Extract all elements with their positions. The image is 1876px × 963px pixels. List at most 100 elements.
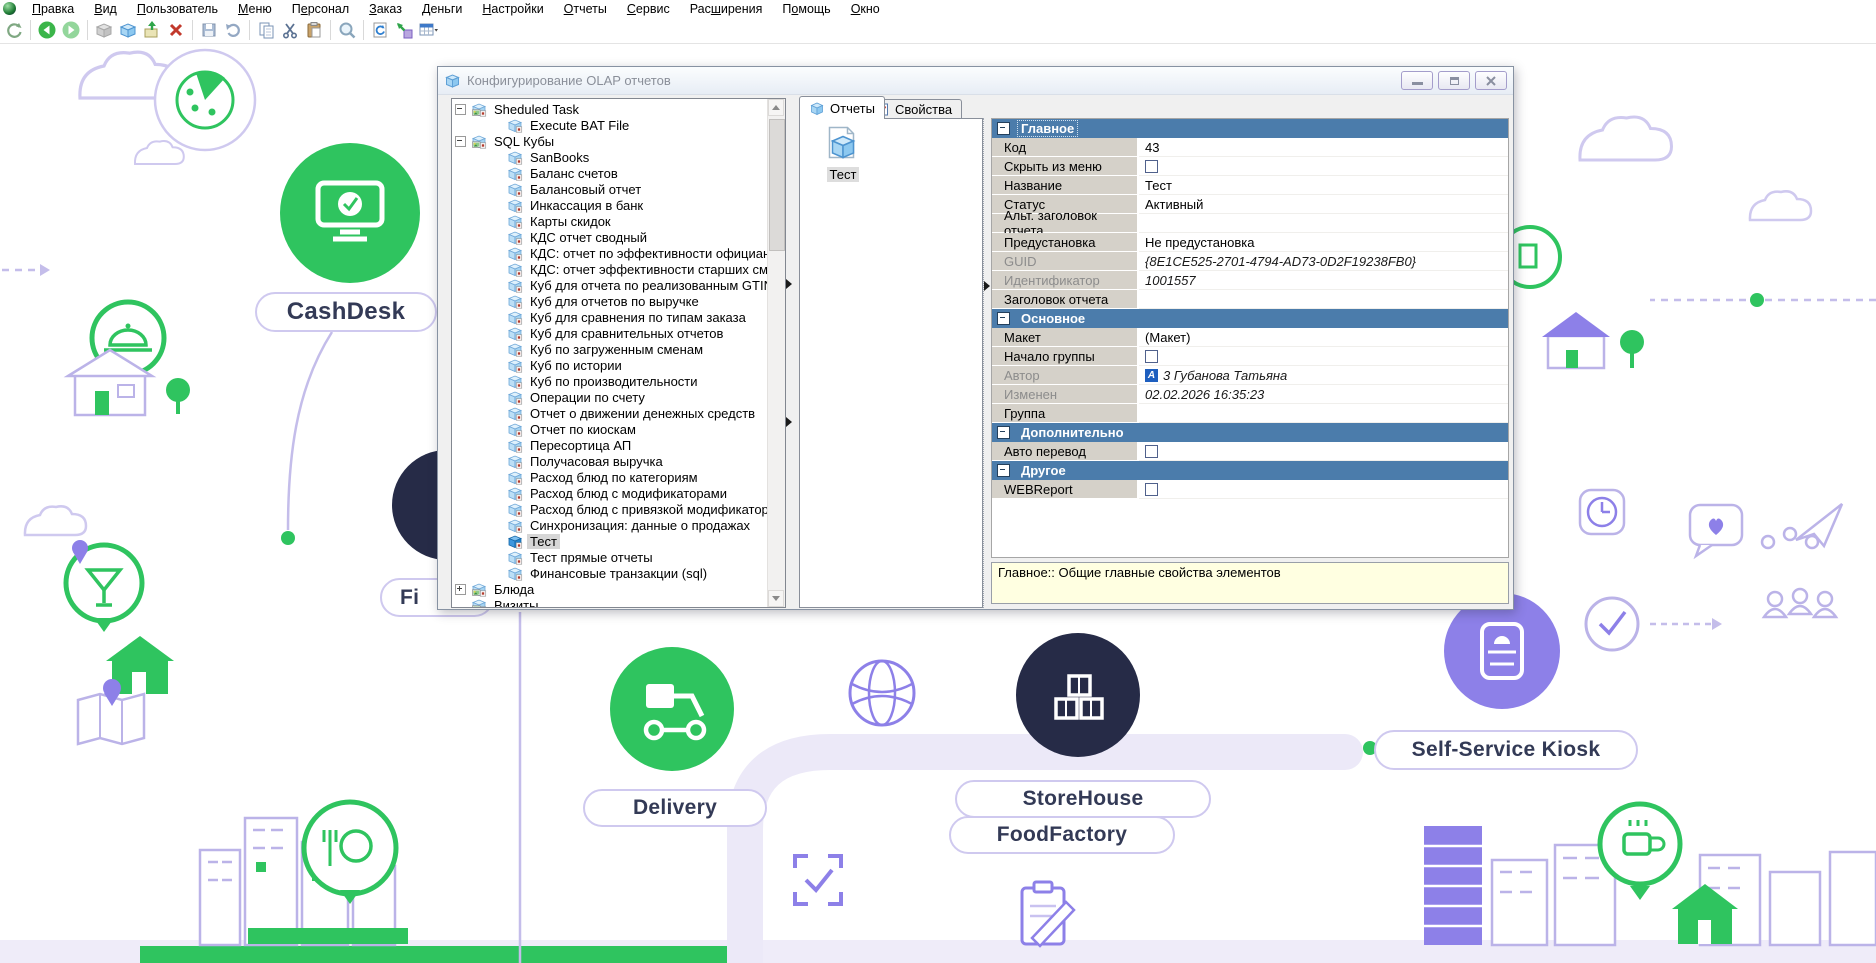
property-row[interactable]: Авто перевод [992, 442, 1508, 461]
section-collapse-button[interactable] [997, 426, 1010, 439]
section-header[interactable]: Главное [992, 119, 1508, 138]
property-row[interactable]: Идентификатор1001557 [992, 271, 1508, 290]
menu-item-menu[interactable]: Меню [228, 1, 282, 17]
property-row[interactable]: Макет(Макет) [992, 328, 1508, 347]
property-row[interactable]: Группа [992, 404, 1508, 423]
search-button[interactable] [335, 18, 359, 42]
tree-item[interactable]: Карты скидок [452, 213, 768, 229]
import-button[interactable] [140, 18, 164, 42]
save-button[interactable] [197, 18, 221, 42]
menu-item-view[interactable]: Вид [84, 1, 127, 17]
property-value[interactable] [1139, 442, 1508, 461]
tree-item[interactable]: Тест прямые отчеты [452, 549, 768, 565]
tree-item[interactable]: КДС: отчет по эффективности официантов [452, 245, 768, 261]
tree-item[interactable]: SanBooks [452, 149, 768, 165]
tree-item[interactable]: Баланс счетов [452, 165, 768, 181]
menu-item-extensions[interactable]: Расширения [680, 1, 773, 17]
tree-item[interactable]: Финансовые транзакции (sql) [452, 565, 768, 581]
menu-item-reports[interactable]: Отчеты [554, 1, 617, 17]
property-value[interactable] [1139, 290, 1508, 309]
menu-item-help[interactable]: Помощь [772, 1, 840, 17]
menu-item-edit[interactable]: Правка [22, 1, 84, 17]
tree-item[interactable]: Куб по производительности [452, 373, 768, 389]
tree-item[interactable]: Балансовый отчет [452, 181, 768, 197]
tree-item[interactable]: Куб для сравнительных отчетов [452, 325, 768, 341]
section-collapse-button[interactable] [997, 122, 1010, 135]
tree-item[interactable]: КДС отчет сводный [452, 229, 768, 245]
scroll-thumb[interactable] [769, 119, 785, 251]
property-row[interactable]: Скрыть из меню [992, 157, 1508, 176]
tree-item[interactable]: Куб для отчета по реализованным GTIN [452, 277, 768, 293]
tree-item[interactable]: Расход блюд с привязкой модификаторов [452, 501, 768, 517]
menu-item-personnel[interactable]: Персонал [282, 1, 359, 17]
tree-item[interactable]: Расход блюд по категориям [452, 469, 768, 485]
menu-item-order[interactable]: Заказ [359, 1, 412, 17]
property-value[interactable]: Активный [1139, 195, 1508, 214]
property-value[interactable]: Тест [1139, 176, 1508, 195]
delete-button[interactable] [164, 18, 188, 42]
minimize-button[interactable] [1401, 71, 1433, 90]
property-value[interactable]: A3 Губанова Татьяна [1139, 366, 1508, 385]
tree-item[interactable]: КДС: отчет эффективности старших смены [452, 261, 768, 277]
property-row[interactable]: Изменен02.02.2026 16:35:23 [992, 385, 1508, 404]
tree-item[interactable]: Куб для отчетов по выручке [452, 293, 768, 309]
property-value[interactable] [1139, 480, 1508, 499]
property-value[interactable]: 02.02.2026 16:35:23 [1139, 385, 1508, 404]
property-checkbox[interactable] [1145, 445, 1158, 458]
nav-back-button[interactable] [35, 18, 59, 42]
menu-item-settings[interactable]: Настройки [472, 1, 553, 17]
tree-item[interactable]: SQL Кубы [452, 133, 768, 149]
nav-forward-button[interactable] [59, 18, 83, 42]
property-checkbox[interactable] [1145, 160, 1158, 173]
cut-button[interactable] [278, 18, 302, 42]
section-collapse-button[interactable] [997, 312, 1010, 325]
paste-button[interactable] [302, 18, 326, 42]
tree-splitter-arrow[interactable] [786, 417, 792, 427]
tree-item[interactable]: Отчет по киоскам [452, 421, 768, 437]
tree-item[interactable]: Execute BAT File [452, 117, 768, 133]
undo-button[interactable] [221, 18, 245, 42]
table-view-button[interactable] [416, 18, 440, 42]
property-row[interactable]: ПредустановкаНе предустановка [992, 233, 1508, 252]
tree-item[interactable]: Отчет о движении денежных средств [452, 405, 768, 421]
tree-item[interactable]: Куб по загруженным сменам [452, 341, 768, 357]
section-header[interactable]: Другое [992, 461, 1508, 480]
tree-item[interactable]: Визиты [452, 597, 768, 608]
property-row[interactable]: Код43 [992, 138, 1508, 157]
copy-button[interactable] [254, 18, 278, 42]
maximize-button[interactable] [1438, 71, 1470, 90]
property-row[interactable]: Заголовок отчета [992, 290, 1508, 309]
tree-item[interactable]: Блюда [452, 581, 768, 597]
tree-item[interactable]: Расход блюд с модификаторами [452, 485, 768, 501]
property-value[interactable]: (Макет) [1139, 328, 1508, 347]
property-value[interactable]: {8E1CE525-2701-4794-AD73-0D2F19238FB0} [1139, 252, 1508, 271]
tree-item[interactable]: Инкассация в банк [452, 197, 768, 213]
section-collapse-button[interactable] [997, 464, 1010, 477]
tree-item[interactable]: Операции по счету [452, 389, 768, 405]
tree-item[interactable]: Получасовая выручка [452, 453, 768, 469]
property-row[interactable]: АвторA3 Губанова Татьяна [992, 366, 1508, 385]
property-value[interactable] [1139, 347, 1508, 366]
tree-scrollbar[interactable] [767, 99, 785, 607]
grid-splitter-arrow[interactable] [984, 281, 990, 291]
report-item-test[interactable]: Тест [818, 126, 868, 182]
tree-item[interactable]: Куб для сравнения по типам заказа [452, 309, 768, 325]
scroll-up-button[interactable] [768, 99, 784, 116]
tree-item[interactable]: Тест [452, 533, 768, 549]
tree-expand-toggle[interactable] [455, 136, 466, 147]
refresh-data-button[interactable] [368, 18, 392, 42]
tab-reports[interactable]: Отчеты [799, 96, 885, 119]
property-value[interactable] [1139, 157, 1508, 176]
property-row[interactable]: GUID{8E1CE525-2701-4794-AD73-0D2F19238FB… [992, 252, 1508, 271]
tree-splitter-arrow[interactable] [786, 279, 792, 289]
cube-inactive-button[interactable] [92, 18, 116, 42]
property-value[interactable]: Не предустановка [1139, 233, 1508, 252]
property-value[interactable] [1139, 404, 1508, 423]
cube-active-button[interactable] [116, 18, 140, 42]
menu-item-user[interactable]: Пользователь [127, 1, 228, 17]
close-button[interactable] [1475, 71, 1507, 90]
refresh-button[interactable] [2, 18, 26, 42]
property-row[interactable]: WEBReport [992, 480, 1508, 499]
scroll-down-button[interactable] [768, 590, 784, 607]
tree-item[interactable]: Пересортица АП [452, 437, 768, 453]
